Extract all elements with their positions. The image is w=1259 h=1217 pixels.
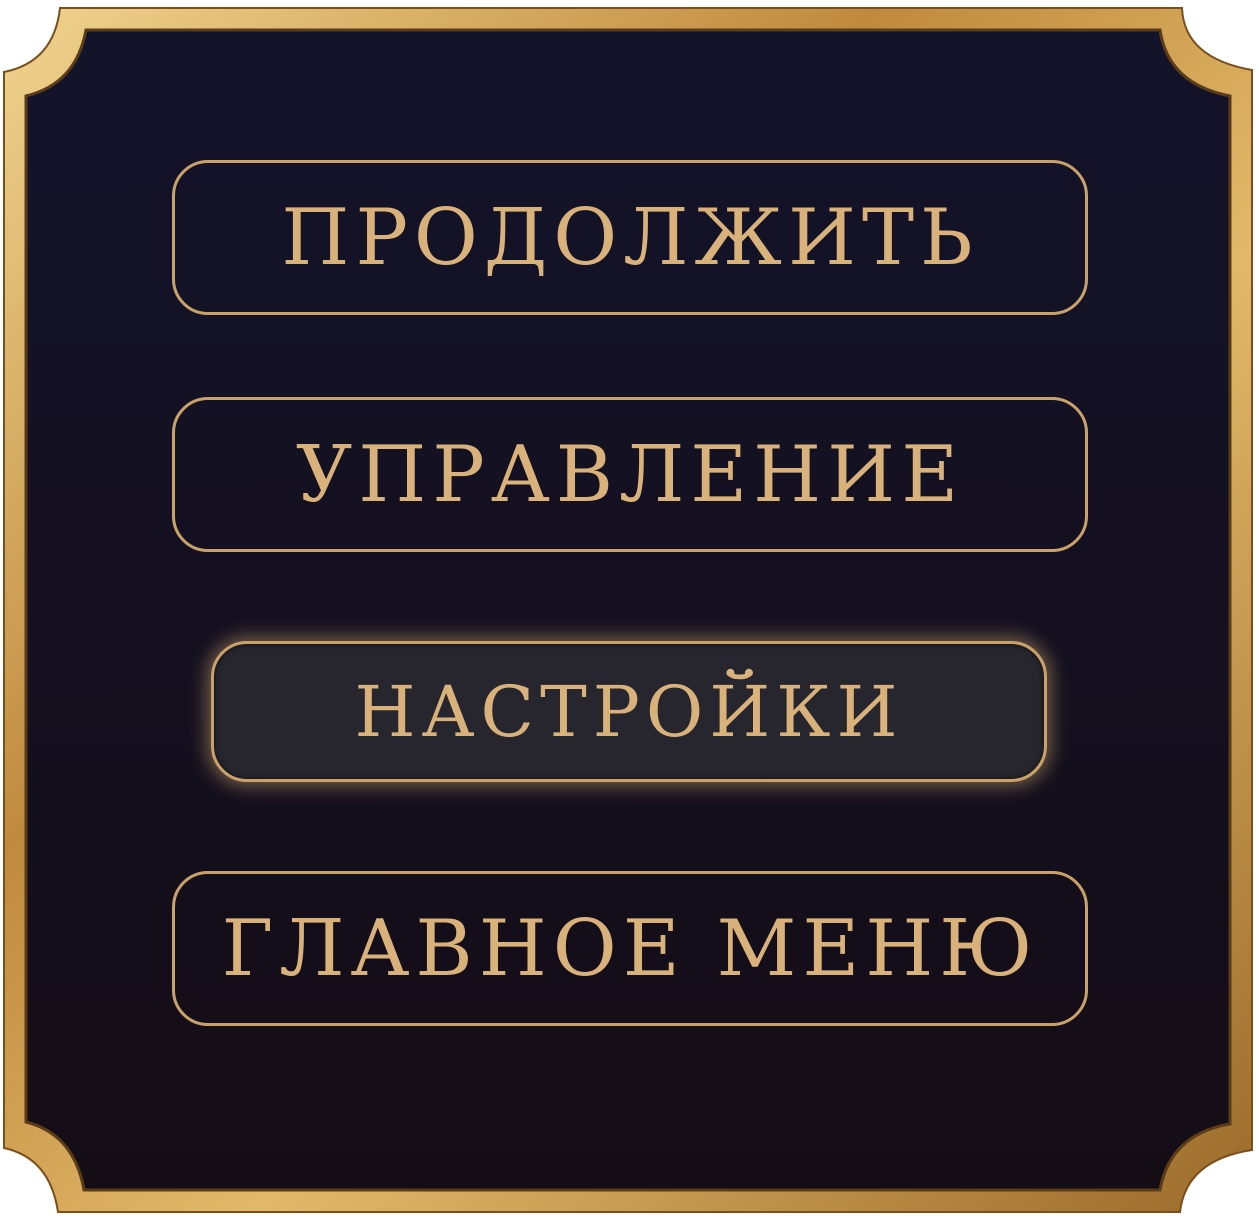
controls-button[interactable]: Управление (172, 397, 1088, 552)
controls-button-label: Управление (295, 429, 965, 520)
continue-button[interactable]: Продолжить (172, 160, 1088, 315)
settings-button-label: настройки (354, 670, 904, 753)
main-menu-button-label: Главное меню (221, 903, 1039, 994)
settings-button[interactable]: настройки (211, 641, 1047, 782)
continue-button-label: Продолжить (281, 192, 979, 283)
pause-menu-panel: Продолжить Управление настройки Главное … (0, 0, 1259, 1217)
main-menu-button[interactable]: Главное меню (172, 871, 1088, 1026)
